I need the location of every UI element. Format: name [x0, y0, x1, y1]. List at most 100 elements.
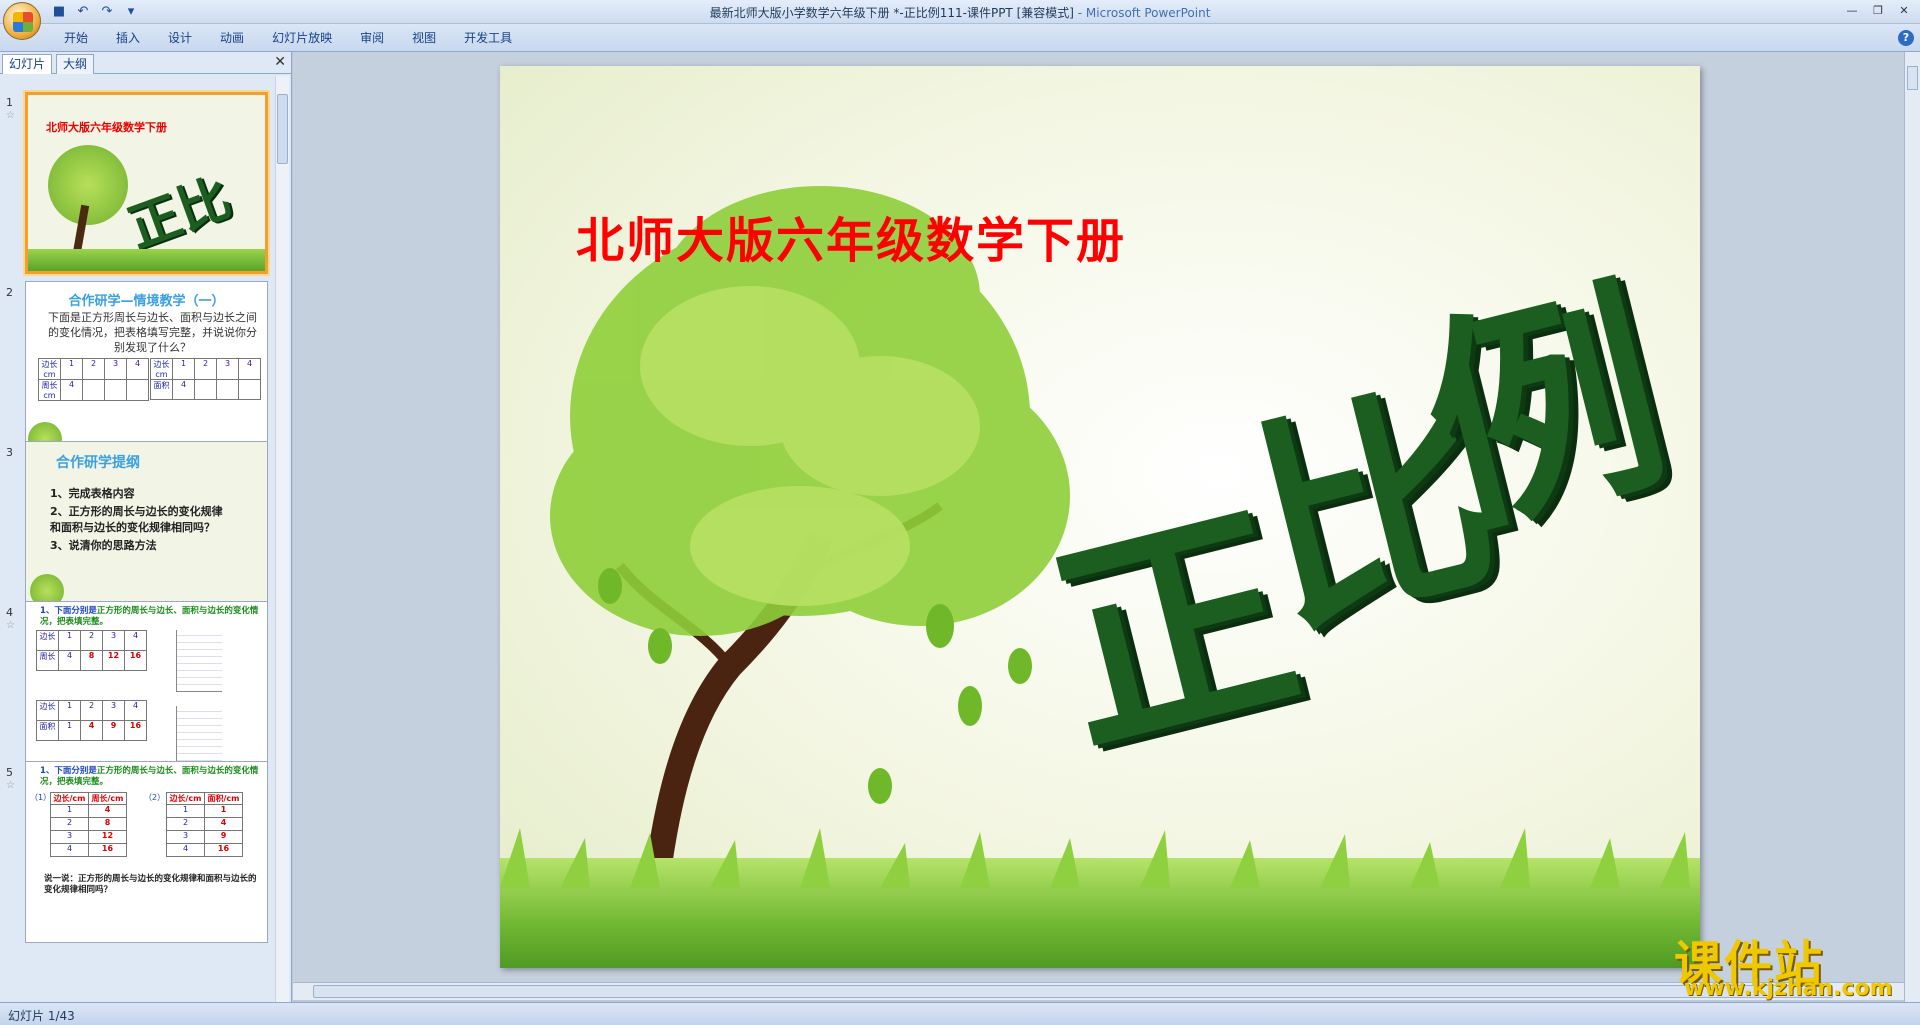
tab-animations[interactable]: 动画 [206, 30, 258, 46]
cell: 边长cm [150, 358, 173, 380]
document-title: 最新北师大版小学数学六年级下册 *-正比例111-课件PPT [兼容模式] [709, 6, 1074, 20]
thumb-number: 5 [6, 766, 13, 779]
cell: 1 [50, 804, 89, 818]
cell [194, 379, 217, 400]
panel-tabs: 幻灯片 大纲 ✕ [0, 52, 292, 74]
cell: 1 [58, 700, 81, 721]
cell: 4 [88, 804, 127, 818]
slide-title[interactable]: 正 比 例 [1031, 252, 1690, 790]
cell: 4 [80, 720, 103, 741]
tab-home[interactable]: 开始 [50, 30, 102, 46]
window-title: 最新北师大版小学数学六年级下册 *-正比例111-课件PPT [兼容模式] - … [0, 4, 1920, 21]
cell: 9 [102, 720, 125, 741]
cell: 1 [172, 358, 195, 380]
tab-outline[interactable]: 大纲 [56, 54, 95, 74]
cell: 12 [88, 830, 127, 844]
thumb-list-item: 和面积与边长的变化规律相同吗？ [50, 521, 215, 534]
horizontal-scrollbar[interactable] [293, 982, 1904, 1000]
vertical-scroll-thumb[interactable] [1907, 66, 1918, 90]
slide-thumbnail-4[interactable]: 1、下面分别是正方形的周长与边长、面积与边长的变化情况，把表填完整。 边长 1 2 3… [25, 601, 268, 783]
cell: 2 [166, 817, 205, 831]
cell: 8 [88, 817, 127, 831]
cell: 2 [194, 358, 217, 380]
panel-close-icon[interactable]: ✕ [274, 54, 286, 70]
slide-thumbnail-3[interactable]: 合作研学提纲 1、完成表格内容 2、正方形的周长与边长的变化规律 和面积与边长的… [25, 441, 268, 623]
panel-scrollbar[interactable] [275, 76, 289, 1002]
cell: 1 [60, 358, 83, 380]
slide-canvas[interactable]: 北师大版六年级数学下册 正 比 例 [500, 66, 1700, 968]
ribbon-tabs: 开始 插入 设计 动画 幻灯片放映 审阅 视图 开发工具 ? [0, 24, 1920, 52]
table-label: （2） [144, 793, 166, 802]
cell: 4 [50, 843, 89, 857]
close-icon[interactable]: ✕ [1892, 2, 1916, 20]
mini-table-a: 边长/cm 周长/cm 14 28 3 12 4 16 [50, 792, 127, 857]
thumb-title-a: 1、下面分别是 [40, 766, 97, 776]
office-button[interactable] [3, 2, 41, 40]
cell: 4 [126, 358, 149, 380]
cell [82, 379, 105, 401]
tab-view[interactable]: 视图 [398, 30, 450, 46]
cell: 周长cm [38, 379, 61, 401]
cell: 2 [50, 817, 89, 831]
cell: 4 [124, 630, 147, 651]
cell: 16 [204, 843, 243, 857]
watermark-logo: 课件站 www.kjzhan.com [1670, 928, 1906, 1001]
ribbon-tab-list: 开始 插入 设计 动画 幻灯片放映 审阅 视图 开发工具 [50, 30, 526, 46]
cell: 3 [104, 358, 127, 380]
grass-decoration [28, 249, 265, 271]
window-controls: — ❐ ✕ [1840, 2, 1916, 20]
help-icon[interactable]: ? [1898, 30, 1914, 46]
cell: 4 [58, 650, 81, 671]
tab-slides[interactable]: 幻灯片 [2, 54, 53, 74]
mini-table-b: 边长cm 1 2 3 4 面积 4 [150, 358, 261, 400]
app-name: - Microsoft PowerPoint [1073, 6, 1211, 20]
slide-thumbnail-5[interactable]: 1、下面分别是正方形的周长与边长、面积与边长的变化情况，把表填完整。 （1） （… [25, 761, 268, 943]
cell: 1 [58, 720, 81, 741]
thumb-list-item: 3、说清你的思路方法 [50, 539, 157, 552]
tab-developer[interactable]: 开发工具 [450, 30, 526, 46]
slide-thumbnail-1[interactable]: 北师大版六年级数学下册 正比例 [23, 90, 270, 276]
cell: 3 [216, 358, 239, 380]
minimize-icon[interactable]: — [1840, 2, 1864, 20]
cell: 3 [102, 630, 125, 651]
thumb-footer: 说一说：正方形的周长与边长的变化规律和面积与边长的变化规律相同吗？ [44, 874, 257, 895]
cell: 3 [50, 830, 89, 844]
mini-table-a: 边长cm 1 2 3 4 周长cm 4 [38, 358, 149, 401]
tab-review[interactable]: 审阅 [346, 30, 398, 46]
mini-table-b: 边长/cm 面积/cm 11 24 39 4 16 [166, 792, 243, 857]
animation-star-icon: ☆ [6, 110, 15, 121]
office-logo-icon [13, 12, 33, 32]
table-label: （1） [30, 793, 52, 802]
panel-scroll-thumb[interactable] [277, 94, 288, 164]
cell [126, 379, 149, 401]
cell: 2 [80, 630, 103, 651]
cell: 4 [166, 843, 205, 857]
cell: 2 [80, 700, 103, 721]
cell: 边长/cm [50, 792, 89, 805]
cell: 边长 [36, 700, 59, 721]
cell [238, 379, 261, 400]
line-chart-icon [176, 630, 222, 692]
slides-panel: 幻灯片 大纲 ✕ 1 ☆ 北师大版六年级数学下册 正比例 2 合作研学—情境教学… [0, 52, 292, 1002]
maximize-icon[interactable]: ❐ [1866, 2, 1890, 20]
slide-subtitle[interactable]: 北师大版六年级数学下册 [576, 201, 1126, 271]
slide-thumbnail-2[interactable]: 合作研学—情境教学（一） 下面是正方形周长与边长、面积与边长之间的变化情况，把表… [25, 281, 268, 463]
cell: 面积 [150, 379, 173, 400]
tab-insert[interactable]: 插入 [102, 30, 154, 46]
thumb-title-a: 1、下面分别是 [40, 606, 97, 616]
slide-counter: 幻灯片 1/43 [8, 1009, 75, 1023]
cell [104, 379, 127, 401]
tab-design[interactable]: 设计 [154, 30, 206, 46]
cell: 16 [88, 843, 127, 857]
vertical-scrollbar[interactable] [1904, 52, 1920, 1002]
horizontal-scroll-thumb[interactable] [313, 985, 1833, 998]
cell: 16 [124, 720, 147, 741]
cell: 4 [238, 358, 261, 380]
tab-slideshow[interactable]: 幻灯片放映 [258, 30, 346, 46]
thumb-number: 2 [6, 286, 13, 299]
cell: 边长/cm [166, 792, 205, 805]
thumb-title: 合作研学—情境教学（一） [68, 294, 225, 309]
cell: 周长 [36, 650, 59, 671]
cell: 12 [102, 650, 125, 671]
thumb-list-item: 2、正方形的周长与边长的变化规律 [50, 505, 223, 518]
